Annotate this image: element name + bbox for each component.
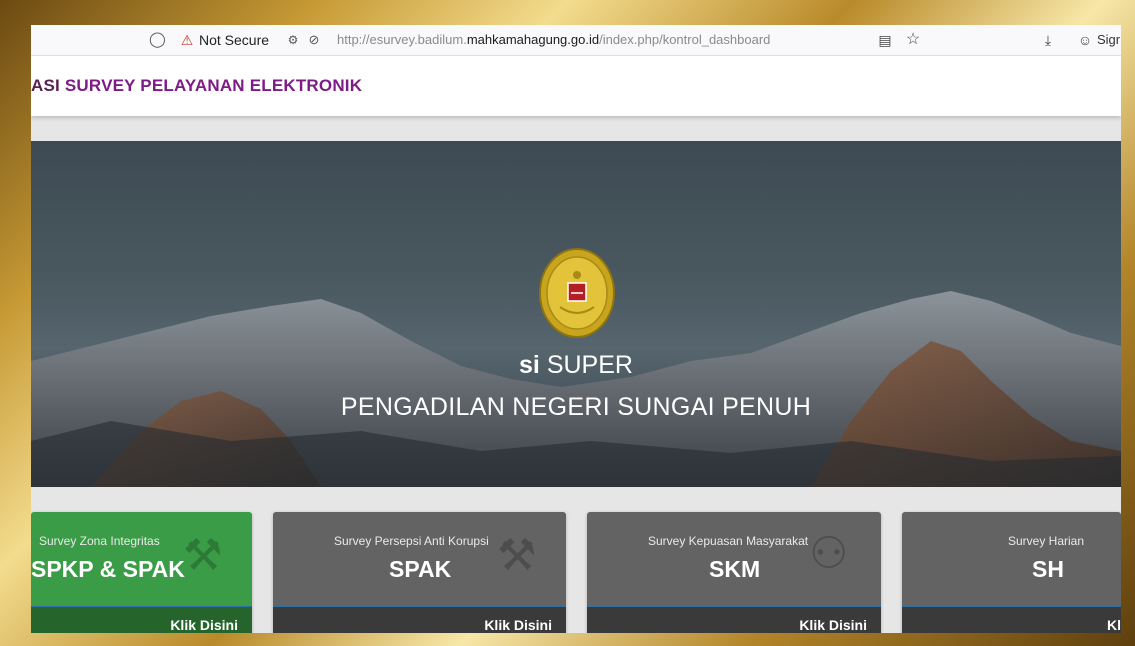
klik-disini-link[interactable]: Klik Disini xyxy=(799,617,867,633)
sign-in-button[interactable]: Sigr xyxy=(1097,25,1120,55)
screenshot-frame: ◯ ⚠ Not Secure ⚙ ⊘ http://esurvey.badilu… xyxy=(31,25,1121,633)
app-title-main: SURVEY PELAYANAN ELEKTRONIK xyxy=(64,76,363,95)
warning-lock-icon[interactable]: ⚠ xyxy=(179,25,195,55)
shield-icon[interactable]: ◯ xyxy=(149,25,166,55)
url-prefix: http://esurvey.badilum. xyxy=(337,32,467,47)
card-code: SPAK xyxy=(389,556,452,582)
klik-disini-link[interactable]: Klik Disini xyxy=(170,617,238,633)
gavel-icon: ⚒ xyxy=(497,531,537,580)
users-icon: ⚇ xyxy=(809,529,849,578)
hero-title: si SUPER xyxy=(31,351,1121,380)
reader-icon[interactable]: ▤ xyxy=(877,25,893,55)
app-title-prefix: ASI xyxy=(31,76,60,95)
browser-address-bar: ◯ ⚠ Not Secure ⚙ ⊘ http://esurvey.badilu… xyxy=(31,25,1121,56)
permissions-icon[interactable]: ⚙ xyxy=(284,25,302,55)
app-header: ASI SURVEY PELAYANAN ELEKTRONIK xyxy=(31,56,1121,116)
card-code: SH xyxy=(1032,556,1064,582)
card-footer: Klik Disini xyxy=(273,606,566,633)
app-title[interactable]: ASI SURVEY PELAYANAN ELEKTRONIK xyxy=(31,76,362,96)
survey-card-harian[interactable]: Survey Harian SH Kl xyxy=(902,512,1121,633)
card-code: SPKP & SPAK xyxy=(31,556,185,582)
url-field[interactable]: http://esurvey.badilum.mahkamahagung.go.… xyxy=(337,25,770,55)
klik-disini-link[interactable]: Klik Disini xyxy=(484,617,552,633)
court-seal-logo xyxy=(539,248,615,338)
tracking-icon[interactable]: ⊘ xyxy=(306,25,322,55)
security-status-label[interactable]: Not Secure xyxy=(199,25,269,55)
hero-banner: si SUPER PENGADILAN NEGERI SUNGAI PENUH xyxy=(31,141,1121,487)
url-domain: mahkamahagung.go.id xyxy=(466,32,600,47)
card-label: Survey Persepsi Anti Korupsi xyxy=(334,534,489,548)
card-footer: Klik Disini xyxy=(587,606,881,633)
survey-card-kepuasan[interactable]: ⚇ Survey Kepuasan Masyarakat SKM Klik Di… xyxy=(587,512,881,633)
survey-card-zona-integritas[interactable]: ⚒ Survey Zona Integritas SPKP & SPAK Kli… xyxy=(31,512,252,633)
hero-title-bold: si xyxy=(519,351,540,379)
card-footer: Klik Disini xyxy=(31,606,252,633)
download-icon[interactable]: ⤓ xyxy=(1040,25,1056,55)
account-icon[interactable]: ☺ xyxy=(1077,25,1093,55)
hero-title-rest: SUPER xyxy=(546,351,633,379)
klik-disini-link[interactable]: Kl xyxy=(1107,617,1121,633)
bookmark-star-icon[interactable]: ☆ xyxy=(905,25,921,55)
survey-card-anti-korupsi[interactable]: ⚒ Survey Persepsi Anti Korupsi SPAK Klik… xyxy=(273,512,566,633)
gavel-icon: ⚒ xyxy=(183,531,223,580)
card-footer: Kl xyxy=(902,606,1121,633)
card-label: Survey Kepuasan Masyarakat xyxy=(648,534,809,548)
card-code: SKM xyxy=(709,556,761,582)
card-label: Survey Harian xyxy=(1008,534,1085,548)
url-path: /index.php/kontrol_dashboard xyxy=(599,32,771,47)
card-label: Survey Zona Integritas xyxy=(39,534,160,548)
hero-subtitle: PENGADILAN NEGERI SUNGAI PENUH xyxy=(340,393,812,421)
